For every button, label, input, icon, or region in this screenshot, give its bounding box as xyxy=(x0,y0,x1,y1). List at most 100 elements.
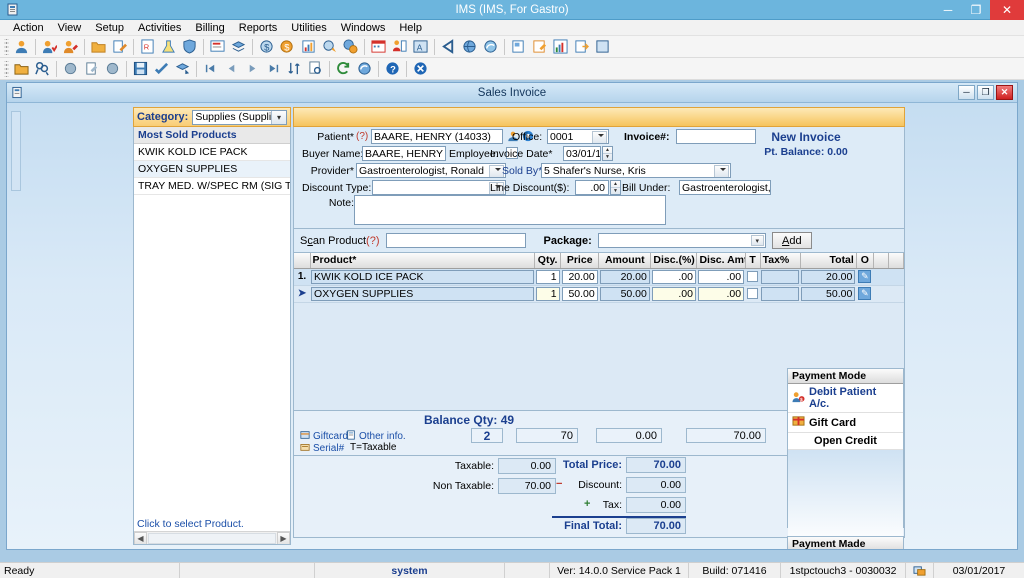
cell-qty[interactable]: 1 xyxy=(535,269,560,284)
close-icon[interactable] xyxy=(411,59,430,78)
cell-amount[interactable]: 20.00 xyxy=(599,269,650,284)
list-item[interactable]: KWIK KOLD ICE PACK xyxy=(134,144,290,161)
col-tax-pct[interactable]: Tax% xyxy=(760,253,801,269)
row-selector[interactable]: ➤ xyxy=(294,285,311,303)
chevron-down-icon[interactable] xyxy=(495,168,501,171)
most-sold-products-list[interactable]: Most Sold Products KWIK KOLD ICE PACK OX… xyxy=(133,127,291,545)
col-total[interactable]: Total xyxy=(800,253,857,269)
patient-help-icon[interactable]: (?) xyxy=(356,131,368,142)
refresh-icon[interactable] xyxy=(334,59,353,78)
patient-field[interactable]: BAARE, HENRY (14033) xyxy=(371,129,503,144)
menu-item-billing[interactable]: Billing xyxy=(188,20,231,36)
cell-other-info-icon[interactable]: ✎ xyxy=(858,270,872,283)
cell-product[interactable]: OXYGEN SUPPLIES xyxy=(311,286,534,301)
sort-icon[interactable] xyxy=(285,59,304,78)
export-icon[interactable] xyxy=(572,37,591,56)
cell-amount[interactable]: 50.00 xyxy=(599,286,650,301)
nav-prev-icon[interactable] xyxy=(222,59,241,78)
col-amount[interactable]: Amount xyxy=(598,253,652,269)
cell-total[interactable]: 20.00 xyxy=(801,269,856,284)
note-textarea[interactable] xyxy=(354,195,666,225)
category-combo[interactable]: Supplies (Supplies) ▾ xyxy=(192,109,287,125)
payment-mode-body[interactable] xyxy=(788,450,903,546)
payment-mode-open-credit[interactable]: Open Credit xyxy=(788,433,903,450)
menu-item-windows[interactable]: Windows xyxy=(334,20,393,36)
table-row[interactable]: 1. KWIK KOLD ICE PACK 1 20.00 20.00 .00 … xyxy=(294,268,904,286)
cell-qty[interactable]: 1 xyxy=(535,286,560,301)
col-disc-amt[interactable]: Disc. Amt. xyxy=(696,253,746,269)
lab-flask-icon[interactable] xyxy=(159,37,178,56)
col-taxable-flag[interactable]: T xyxy=(745,253,761,269)
discount-type-combo[interactable] xyxy=(372,180,506,195)
menu-item-action[interactable]: Action xyxy=(6,20,51,36)
cell-other-info-icon[interactable]: ✎ xyxy=(858,287,872,300)
scan-product-input[interactable] xyxy=(385,233,526,248)
cell-price[interactable]: 20.00 xyxy=(561,269,598,284)
save-icon[interactable] xyxy=(131,59,150,78)
prescription-icon[interactable]: R xyxy=(138,37,157,56)
chevron-down-icon[interactable] xyxy=(720,168,726,171)
minimize-button[interactable]: ─ xyxy=(934,0,962,20)
patient-icon[interactable] xyxy=(12,37,31,56)
record-edit-icon[interactable] xyxy=(82,59,101,78)
ledger-icon[interactable] xyxy=(299,37,318,56)
globe-icon[interactable] xyxy=(460,37,479,56)
charge-post-icon[interactable]: $ xyxy=(278,37,297,56)
sold-by-combo[interactable]: 5 Shafer's Nurse, Kris xyxy=(541,163,731,178)
provider-combo[interactable]: Gastroenterologist, Ronald xyxy=(356,163,506,178)
list-item[interactable]: OXYGEN SUPPLIES xyxy=(134,161,290,178)
menu-item-activities[interactable]: Activities xyxy=(131,20,188,36)
report-chart-icon[interactable] xyxy=(551,37,570,56)
package-combo[interactable]: ▾ xyxy=(597,233,766,248)
line-discount-spinner[interactable]: ▲ ▼ xyxy=(610,180,621,195)
line-discount-field[interactable]: .00 xyxy=(575,180,609,195)
patient-add-icon[interactable] xyxy=(40,37,59,56)
cell-price[interactable]: 50.00 xyxy=(561,286,598,301)
invoice-date-field[interactable]: 03/01/17 xyxy=(563,146,601,161)
chevron-down-icon[interactable]: ▾ xyxy=(271,110,286,124)
col-qty[interactable]: Qty. xyxy=(534,253,562,269)
product-list-scrollbar[interactable]: ◀ ▶ xyxy=(134,531,290,544)
menu-item-view[interactable]: View xyxy=(51,20,89,36)
chevron-down-icon[interactable] xyxy=(495,185,501,188)
serial-link[interactable]: Serial# xyxy=(300,442,344,455)
claim-icon[interactable] xyxy=(509,37,528,56)
cell-taxable-checkbox[interactable] xyxy=(747,271,759,282)
menu-item-reports[interactable]: Reports xyxy=(232,20,285,36)
menu-item-utilities[interactable]: Utilities xyxy=(284,20,333,36)
cell-product[interactable]: KWIK KOLD ICE PACK xyxy=(311,269,534,284)
close-button[interactable]: ✕ xyxy=(990,0,1024,20)
payment-mode-debit-patient[interactable]: $ Debit Patient A/c. xyxy=(788,384,903,413)
layers-icon[interactable] xyxy=(229,37,248,56)
deny-icon[interactable] xyxy=(173,59,192,78)
menu-item-setup[interactable]: Setup xyxy=(88,20,131,36)
cell-disc-amt[interactable]: .00 xyxy=(697,269,745,284)
invoice-date-spinner[interactable]: ▲ ▼ xyxy=(602,146,613,161)
scroll-track[interactable] xyxy=(148,532,276,544)
globe-sync-icon[interactable] xyxy=(481,37,500,56)
preview-icon[interactable] xyxy=(306,59,325,78)
help-icon[interactable]: ? xyxy=(383,59,402,78)
claim-edit-icon[interactable] xyxy=(530,37,549,56)
scheduler-icon[interactable] xyxy=(390,37,409,56)
document-scan-icon[interactable] xyxy=(208,37,227,56)
record-first-icon[interactable] xyxy=(61,59,80,78)
toolbar-grip[interactable] xyxy=(4,60,9,77)
patient-edit-icon[interactable] xyxy=(61,37,80,56)
scroll-left-icon[interactable]: ◀ xyxy=(134,531,147,544)
cell-tax-pct[interactable] xyxy=(761,269,800,284)
calendar-icon[interactable] xyxy=(369,37,388,56)
maximize-button[interactable]: ❐ xyxy=(962,0,990,20)
bill-under-field[interactable]: Gastroenterologist, R xyxy=(679,180,771,195)
shield-icon[interactable] xyxy=(180,37,199,56)
nav-next-icon[interactable] xyxy=(243,59,262,78)
record-last-icon[interactable] xyxy=(103,59,122,78)
approve-icon[interactable] xyxy=(152,59,171,78)
charge-icon[interactable]: $ xyxy=(257,37,276,56)
table-row[interactable]: ➤ OXYGEN SUPPLIES 1 50.00 50.00 .00 .00 … xyxy=(294,285,904,303)
menu-item-help[interactable]: Help xyxy=(392,20,429,36)
cell-disc-pct[interactable]: .00 xyxy=(651,269,696,284)
back-arrow-icon[interactable] xyxy=(439,37,458,56)
sync-icon[interactable] xyxy=(355,59,374,78)
office-combo[interactable]: 0001 xyxy=(547,129,609,144)
